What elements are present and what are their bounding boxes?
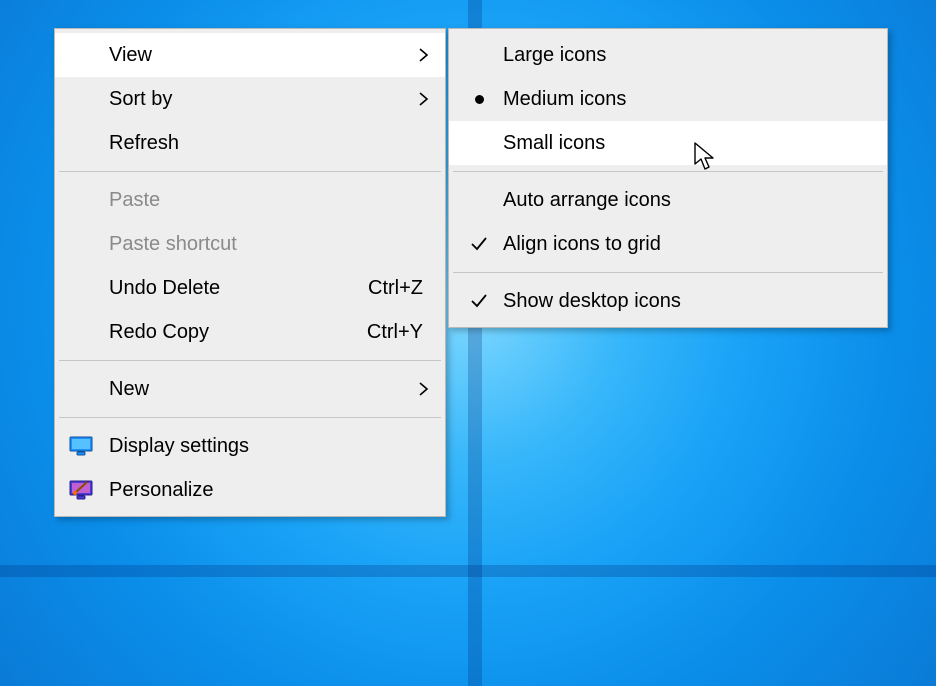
menu-item-personalize[interactable]: Personalize bbox=[55, 468, 445, 512]
menu-item-sort-by[interactable]: Sort by bbox=[55, 77, 445, 121]
desktop-context-menu: View Sort by Refresh Paste Paste shortcu… bbox=[54, 28, 446, 517]
menu-item-label: Undo Delete bbox=[109, 277, 368, 300]
menu-item-paste-shortcut: Paste shortcut bbox=[55, 222, 445, 266]
menu-item-label: Paste shortcut bbox=[109, 233, 423, 256]
menu-separator bbox=[453, 171, 883, 172]
checkmark-icon bbox=[469, 291, 489, 311]
chevron-right-icon bbox=[417, 382, 431, 396]
view-submenu: Large icons Medium icons Small icons Aut… bbox=[448, 28, 888, 328]
menu-separator bbox=[59, 360, 441, 361]
menu-item-label: Paste bbox=[109, 189, 423, 212]
menu-item-label: Medium icons bbox=[503, 88, 865, 111]
menu-item-label: Show desktop icons bbox=[503, 290, 865, 313]
menu-item-shortcut: Ctrl+Y bbox=[367, 321, 423, 344]
menu-item-new[interactable]: New bbox=[55, 367, 445, 411]
menu-item-label: Personalize bbox=[109, 479, 423, 502]
submenu-item-small-icons[interactable]: Small icons bbox=[449, 121, 887, 165]
menu-item-label: Large icons bbox=[503, 44, 865, 67]
menu-separator bbox=[453, 272, 883, 273]
menu-item-view[interactable]: View bbox=[55, 33, 445, 77]
submenu-item-align-to-grid[interactable]: Align icons to grid bbox=[449, 222, 887, 266]
menu-separator bbox=[59, 171, 441, 172]
chevron-right-icon bbox=[417, 92, 431, 106]
menu-item-label: Redo Copy bbox=[109, 321, 367, 344]
display-settings-icon bbox=[69, 435, 93, 457]
menu-item-label: Sort by bbox=[109, 88, 423, 111]
wallpaper-pane-horizontal bbox=[0, 565, 936, 577]
menu-item-label: Refresh bbox=[109, 132, 423, 155]
checkmark-icon bbox=[469, 234, 489, 254]
submenu-item-auto-arrange[interactable]: Auto arrange icons bbox=[449, 178, 887, 222]
submenu-item-show-desktop-icons[interactable]: Show desktop icons bbox=[449, 279, 887, 323]
menu-item-label: Align icons to grid bbox=[503, 233, 865, 256]
menu-item-undo-delete[interactable]: Undo Delete Ctrl+Z bbox=[55, 266, 445, 310]
desktop[interactable]: View Sort by Refresh Paste Paste shortcu… bbox=[0, 0, 936, 686]
menu-item-redo-copy[interactable]: Redo Copy Ctrl+Y bbox=[55, 310, 445, 354]
personalize-icon bbox=[69, 479, 93, 501]
menu-separator bbox=[59, 417, 441, 418]
menu-item-shortcut: Ctrl+Z bbox=[368, 277, 423, 300]
menu-item-label: Small icons bbox=[503, 132, 865, 155]
menu-item-display-settings[interactable]: Display settings bbox=[55, 424, 445, 468]
menu-item-label: View bbox=[109, 44, 423, 67]
menu-item-label: Auto arrange icons bbox=[503, 189, 865, 212]
menu-item-refresh[interactable]: Refresh bbox=[55, 121, 445, 165]
submenu-item-medium-icons[interactable]: Medium icons bbox=[449, 77, 887, 121]
menu-item-label: Display settings bbox=[109, 435, 423, 458]
submenu-item-large-icons[interactable]: Large icons bbox=[449, 33, 887, 77]
menu-item-paste: Paste bbox=[55, 178, 445, 222]
radio-selected-icon bbox=[469, 89, 489, 109]
menu-item-label: New bbox=[109, 378, 423, 401]
chevron-right-icon bbox=[417, 48, 431, 62]
